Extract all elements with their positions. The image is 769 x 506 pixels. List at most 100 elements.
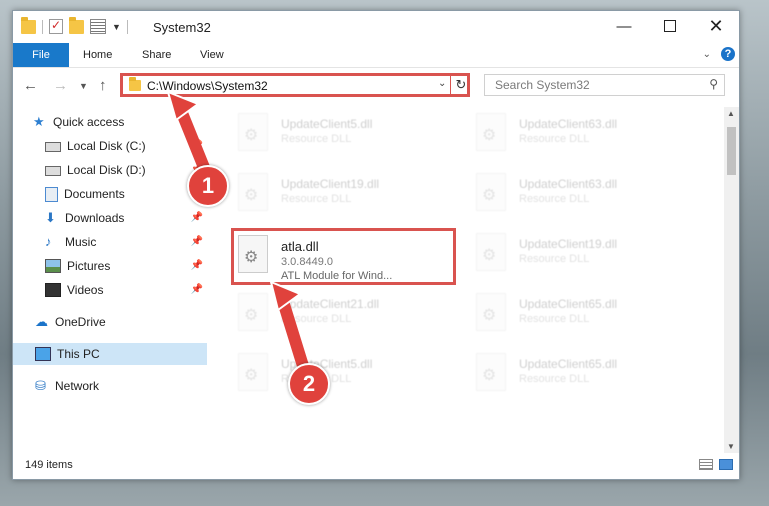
scroll-down-icon[interactable]: ▼ bbox=[727, 442, 735, 451]
customize-toolbar-chevron-icon[interactable]: ▼ bbox=[112, 22, 121, 32]
tab-home[interactable]: Home bbox=[83, 43, 112, 67]
sidebar-item-label: Downloads bbox=[65, 211, 125, 225]
file-name: UpdateClient63.dll bbox=[519, 117, 618, 131]
ribbon-tabs: File Home Share View ⌄ ? bbox=[13, 43, 739, 68]
step-marker-1: 1 bbox=[187, 165, 229, 207]
pictures-icon bbox=[45, 259, 61, 273]
file-description: Resource DLL bbox=[281, 193, 352, 205]
help-icon[interactable]: ? bbox=[721, 47, 735, 61]
file-name: UpdateClient19.dll bbox=[519, 237, 618, 251]
file-item[interactable]: UpdateClient5.dll Resource DLL bbox=[218, 107, 444, 157]
sidebar-item-this-pc[interactable]: This PC bbox=[13, 343, 207, 365]
file-name: UpdateClient65.dll bbox=[519, 357, 618, 371]
sidebar-item-network[interactable]: ⛁ Network bbox=[13, 375, 207, 397]
file-item[interactable]: UpdateClient19.dll Resource DLL bbox=[456, 227, 682, 277]
documents-icon bbox=[45, 186, 58, 202]
sidebar-item-downloads[interactable]: ⬇ Downloads 📌 bbox=[13, 207, 207, 229]
refresh-icon[interactable]: ↻ bbox=[450, 75, 471, 96]
music-icon: ♪ bbox=[45, 234, 52, 249]
folder-icon[interactable] bbox=[21, 16, 36, 34]
sidebar-item-quick-access[interactable]: ★ Quick access bbox=[33, 111, 207, 133]
tab-file[interactable]: File bbox=[13, 43, 69, 67]
step-marker-2: 2 bbox=[288, 363, 330, 405]
file-description: Resource DLL bbox=[519, 253, 590, 265]
sidebar-item-documents[interactable]: Documents 📌 bbox=[13, 183, 207, 205]
file-item[interactable]: UpdateClient63.dll Resource DLL bbox=[456, 107, 682, 157]
search-box[interactable]: ⚲ bbox=[484, 74, 725, 96]
sidebar-item-label: Pictures bbox=[67, 259, 111, 273]
dll-file-icon bbox=[238, 113, 268, 151]
file-item[interactable]: UpdateClient19.dll Resource DLL bbox=[218, 167, 444, 217]
address-dropdown-chevron-icon[interactable]: ⌄ bbox=[438, 78, 446, 89]
sidebar-item-onedrive[interactable]: ☁ OneDrive bbox=[13, 311, 207, 333]
file-description: Resource DLL bbox=[519, 193, 590, 205]
sidebar-item-label: Network bbox=[55, 379, 100, 393]
file-description: Resource DLL bbox=[519, 133, 590, 145]
large-icons-view-icon[interactable] bbox=[719, 459, 733, 470]
dll-file-icon bbox=[476, 293, 506, 331]
sidebar-item-label: Quick access bbox=[53, 115, 125, 129]
title-divider bbox=[126, 19, 128, 34]
maximize-icon bbox=[664, 20, 676, 32]
sidebar-item-label: This PC bbox=[57, 347, 100, 361]
network-icon: ⛁ bbox=[35, 378, 46, 393]
search-icon[interactable]: ⚲ bbox=[709, 77, 718, 91]
sidebar-item-local-disk-d[interactable]: Local Disk (D:) 📌 bbox=[13, 159, 207, 181]
dll-file-icon bbox=[476, 353, 506, 391]
dll-file-icon bbox=[238, 353, 268, 391]
star-icon: ★ bbox=[33, 114, 45, 129]
sidebar-item-label: Local Disk (C:) bbox=[67, 139, 146, 153]
sidebar-item-label: OneDrive bbox=[55, 315, 106, 329]
maximize-button[interactable] bbox=[647, 11, 693, 41]
expand-ribbon-chevron-icon[interactable]: ⌄ bbox=[703, 49, 711, 60]
file-item[interactable]: UpdateClient5.dll Resource DLL bbox=[218, 347, 444, 397]
sidebar-item-label: Music bbox=[65, 235, 97, 249]
highlight-box bbox=[231, 228, 456, 285]
file-item[interactable]: UpdateClient65.dll Resource DLL bbox=[456, 287, 682, 337]
tab-view[interactable]: View bbox=[200, 43, 224, 67]
pin-icon: 📌 bbox=[190, 212, 203, 223]
new-folder-icon[interactable] bbox=[69, 16, 84, 34]
pin-icon: 📌 bbox=[190, 284, 203, 295]
sidebar-item-label: Documents bbox=[64, 187, 125, 201]
details-view-icon[interactable] bbox=[699, 459, 713, 470]
file-item[interactable]: UpdateClient21.dll Resource DLL bbox=[218, 287, 444, 337]
vertical-scrollbar[interactable]: ▲ ▼ bbox=[724, 107, 739, 453]
forward-arrow-icon[interactable]: → bbox=[53, 77, 68, 94]
sidebar-item-videos[interactable]: Videos 📌 bbox=[13, 279, 207, 301]
minimize-button[interactable]: — bbox=[601, 11, 647, 41]
scroll-thumb[interactable] bbox=[727, 127, 736, 175]
back-arrow-icon[interactable]: ← bbox=[23, 77, 38, 94]
properties-icon[interactable] bbox=[90, 19, 106, 34]
address-folder-icon bbox=[129, 77, 141, 91]
recent-locations-chevron-icon[interactable]: ▼ bbox=[79, 81, 88, 91]
sidebar-item-pictures[interactable]: Pictures 📌 bbox=[13, 255, 207, 277]
file-description: Resource DLL bbox=[519, 313, 590, 325]
file-description: Resource DLL bbox=[519, 373, 590, 385]
file-item[interactable]: UpdateClient65.dll Resource DLL bbox=[456, 347, 682, 397]
drive-icon bbox=[45, 166, 61, 176]
item-count: 149 items bbox=[25, 459, 73, 471]
sidebar-item-local-disk-c[interactable]: Local Disk (C:) 📌 bbox=[13, 135, 207, 157]
downloads-icon: ⬇ bbox=[45, 210, 56, 225]
file-item[interactable]: UpdateClient63.dll Resource DLL bbox=[456, 167, 682, 217]
scroll-up-icon[interactable]: ▲ bbox=[727, 109, 735, 118]
file-description: Resource DLL bbox=[281, 133, 352, 145]
dll-file-icon bbox=[476, 113, 506, 151]
address-bar[interactable]: C:\Windows\System32 ⌄ ↻ bbox=[120, 73, 470, 97]
search-input[interactable] bbox=[493, 77, 697, 93]
pin-icon: 📌 bbox=[190, 260, 203, 271]
window-title: System32 bbox=[153, 20, 211, 35]
title-bar: ▼ System32 — ✕ bbox=[13, 11, 739, 43]
up-arrow-icon[interactable]: ↑ bbox=[99, 77, 107, 94]
status-bar: 149 items bbox=[13, 453, 739, 479]
dll-file-icon bbox=[476, 173, 506, 211]
properties-check-icon[interactable] bbox=[49, 18, 63, 34]
address-path[interactable]: C:\Windows\System32 bbox=[147, 79, 268, 93]
sidebar-item-music[interactable]: ♪ Music 📌 bbox=[13, 231, 207, 253]
file-description: Resource DLL bbox=[281, 313, 352, 325]
file-name: UpdateClient63.dll bbox=[519, 177, 618, 191]
pin-icon: 📌 bbox=[190, 236, 203, 247]
close-button[interactable]: ✕ bbox=[693, 11, 739, 41]
tab-share[interactable]: Share bbox=[142, 43, 171, 67]
